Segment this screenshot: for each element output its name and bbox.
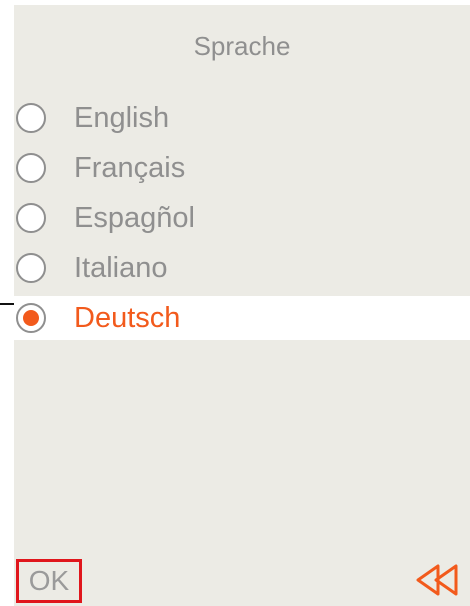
language-label: Italiano <box>74 252 168 284</box>
language-list: English Français Espagñol Italiano Deuts… <box>14 93 470 340</box>
language-label: Deutsch <box>74 302 181 334</box>
ok-button[interactable]: OK <box>16 559 82 603</box>
language-screen: Sprache English Français Espagñol Italia… <box>14 5 470 606</box>
language-label: Espagñol <box>74 202 195 234</box>
radio-button[interactable] <box>16 103 46 133</box>
language-option-italiano[interactable]: Italiano <box>14 243 470 293</box>
page-title: Sprache <box>193 31 291 61</box>
language-option-deutsch[interactable]: Deutsch <box>14 296 470 340</box>
radio-button[interactable] <box>16 153 46 183</box>
language-label: Français <box>74 152 186 184</box>
radio-button[interactable] <box>16 203 46 233</box>
language-option-espagnol[interactable]: Espagñol <box>14 193 470 243</box>
language-label: English <box>74 102 170 134</box>
radio-button-selected[interactable] <box>16 303 46 333</box>
language-option-francais[interactable]: Français <box>14 143 470 193</box>
back-button[interactable] <box>414 560 460 600</box>
double-chevron-left-icon <box>416 564 458 596</box>
radio-button[interactable] <box>16 253 46 283</box>
radio-selected-dot <box>23 310 39 326</box>
language-option-english[interactable]: English <box>14 93 470 143</box>
